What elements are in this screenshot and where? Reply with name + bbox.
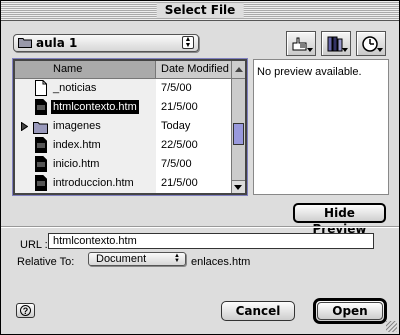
open-button-label: Open (317, 302, 383, 320)
title-bar[interactable]: Select File (1, 1, 399, 21)
relative-file-name: enlaces.htm (191, 256, 251, 268)
desktop-shortcut-button[interactable] (286, 31, 316, 56)
file-date: Today (161, 120, 191, 132)
scrollbar-thumb[interactable] (233, 123, 244, 145)
file-rows: _noticias 7/5/00 htmlcontexto.htm 21/5/0… (15, 79, 231, 193)
url-label: URL : (20, 239, 48, 251)
file-name: inicio.htm (53, 158, 100, 170)
html-file-icon (35, 99, 47, 115)
folder-popup[interactable]: aula 1 ▲ ▼ (13, 34, 199, 52)
column-header-name[interactable]: Name (15, 61, 156, 78)
window-title: Select File (156, 3, 244, 18)
column-header-date[interactable]: Date Modified (157, 61, 231, 78)
html-file-icon (35, 175, 47, 191)
divider-highlight (1, 227, 399, 228)
file-list[interactable]: Name Date Modified _noticias 7/5/00 html… (13, 59, 247, 195)
favorites-button[interactable] (321, 31, 351, 56)
folder-icon (33, 122, 48, 134)
file-date: 7/5/00 (161, 158, 192, 170)
open-button[interactable]: Open (313, 298, 387, 324)
vertical-scrollbar[interactable] (231, 79, 245, 193)
chevron-down-icon (377, 48, 383, 52)
scroll-down-arrow[interactable] (232, 180, 245, 193)
disclosure-triangle-icon[interactable] (21, 122, 28, 131)
chevron-down-icon (307, 48, 313, 52)
list-item[interactable]: introduccion.htm 21/5/00 (15, 174, 231, 193)
html-file-icon (35, 137, 47, 153)
help-icon: ? (20, 305, 31, 316)
preview-pane: No preview available. (253, 59, 389, 195)
file-name: imagenes (53, 120, 101, 132)
preview-message: No preview available. (257, 66, 362, 78)
file-date: 22/5/00 (161, 139, 198, 151)
popup-arrows-icon: ▲ ▼ (174, 253, 180, 264)
file-name: htmlcontexto.htm (51, 100, 139, 114)
chevron-down-icon (342, 48, 348, 52)
list-item[interactable]: imagenes Today (15, 117, 231, 136)
list-item-selected[interactable]: htmlcontexto.htm 21/5/00 (15, 98, 231, 117)
list-header: Name Date Modified (15, 61, 231, 79)
relative-to-value: Document (96, 253, 147, 265)
list-item[interactable]: inicio.htm 7/5/00 (15, 155, 231, 174)
file-date: 21/5/00 (161, 177, 198, 189)
list-item[interactable]: _noticias 7/5/00 (15, 79, 231, 98)
url-input[interactable]: htmlcontexto.htm (48, 233, 374, 249)
cancel-button[interactable]: Cancel (221, 301, 295, 321)
file-name: introduccion.htm (53, 177, 134, 189)
resize-grip-icon[interactable] (386, 321, 397, 332)
file-name: _noticias (53, 82, 97, 94)
hide-preview-button[interactable]: Hide Preview (293, 203, 386, 236)
file-name: index.htm (53, 139, 101, 151)
file-date: 7/5/00 (161, 82, 192, 94)
list-item[interactable]: index.htm 22/5/00 (15, 136, 231, 155)
folder-icon (18, 38, 32, 48)
select-file-dialog: Select File aula 1 ▲ ▼ Name Date Modifie… (0, 0, 400, 335)
relative-to-label: Relative To: (17, 256, 75, 268)
file-date: 21/5/00 (161, 101, 198, 113)
recent-button[interactable] (356, 31, 386, 56)
help-button[interactable]: ? (16, 303, 35, 318)
folder-popup-label: aula 1 (36, 36, 78, 50)
relative-to-popup[interactable]: Document ▲ ▼ (88, 252, 186, 266)
sort-direction-button[interactable] (231, 61, 245, 79)
html-file-icon (35, 156, 47, 172)
popup-arrows-icon: ▲ ▼ (182, 36, 194, 49)
document-icon (35, 80, 47, 96)
